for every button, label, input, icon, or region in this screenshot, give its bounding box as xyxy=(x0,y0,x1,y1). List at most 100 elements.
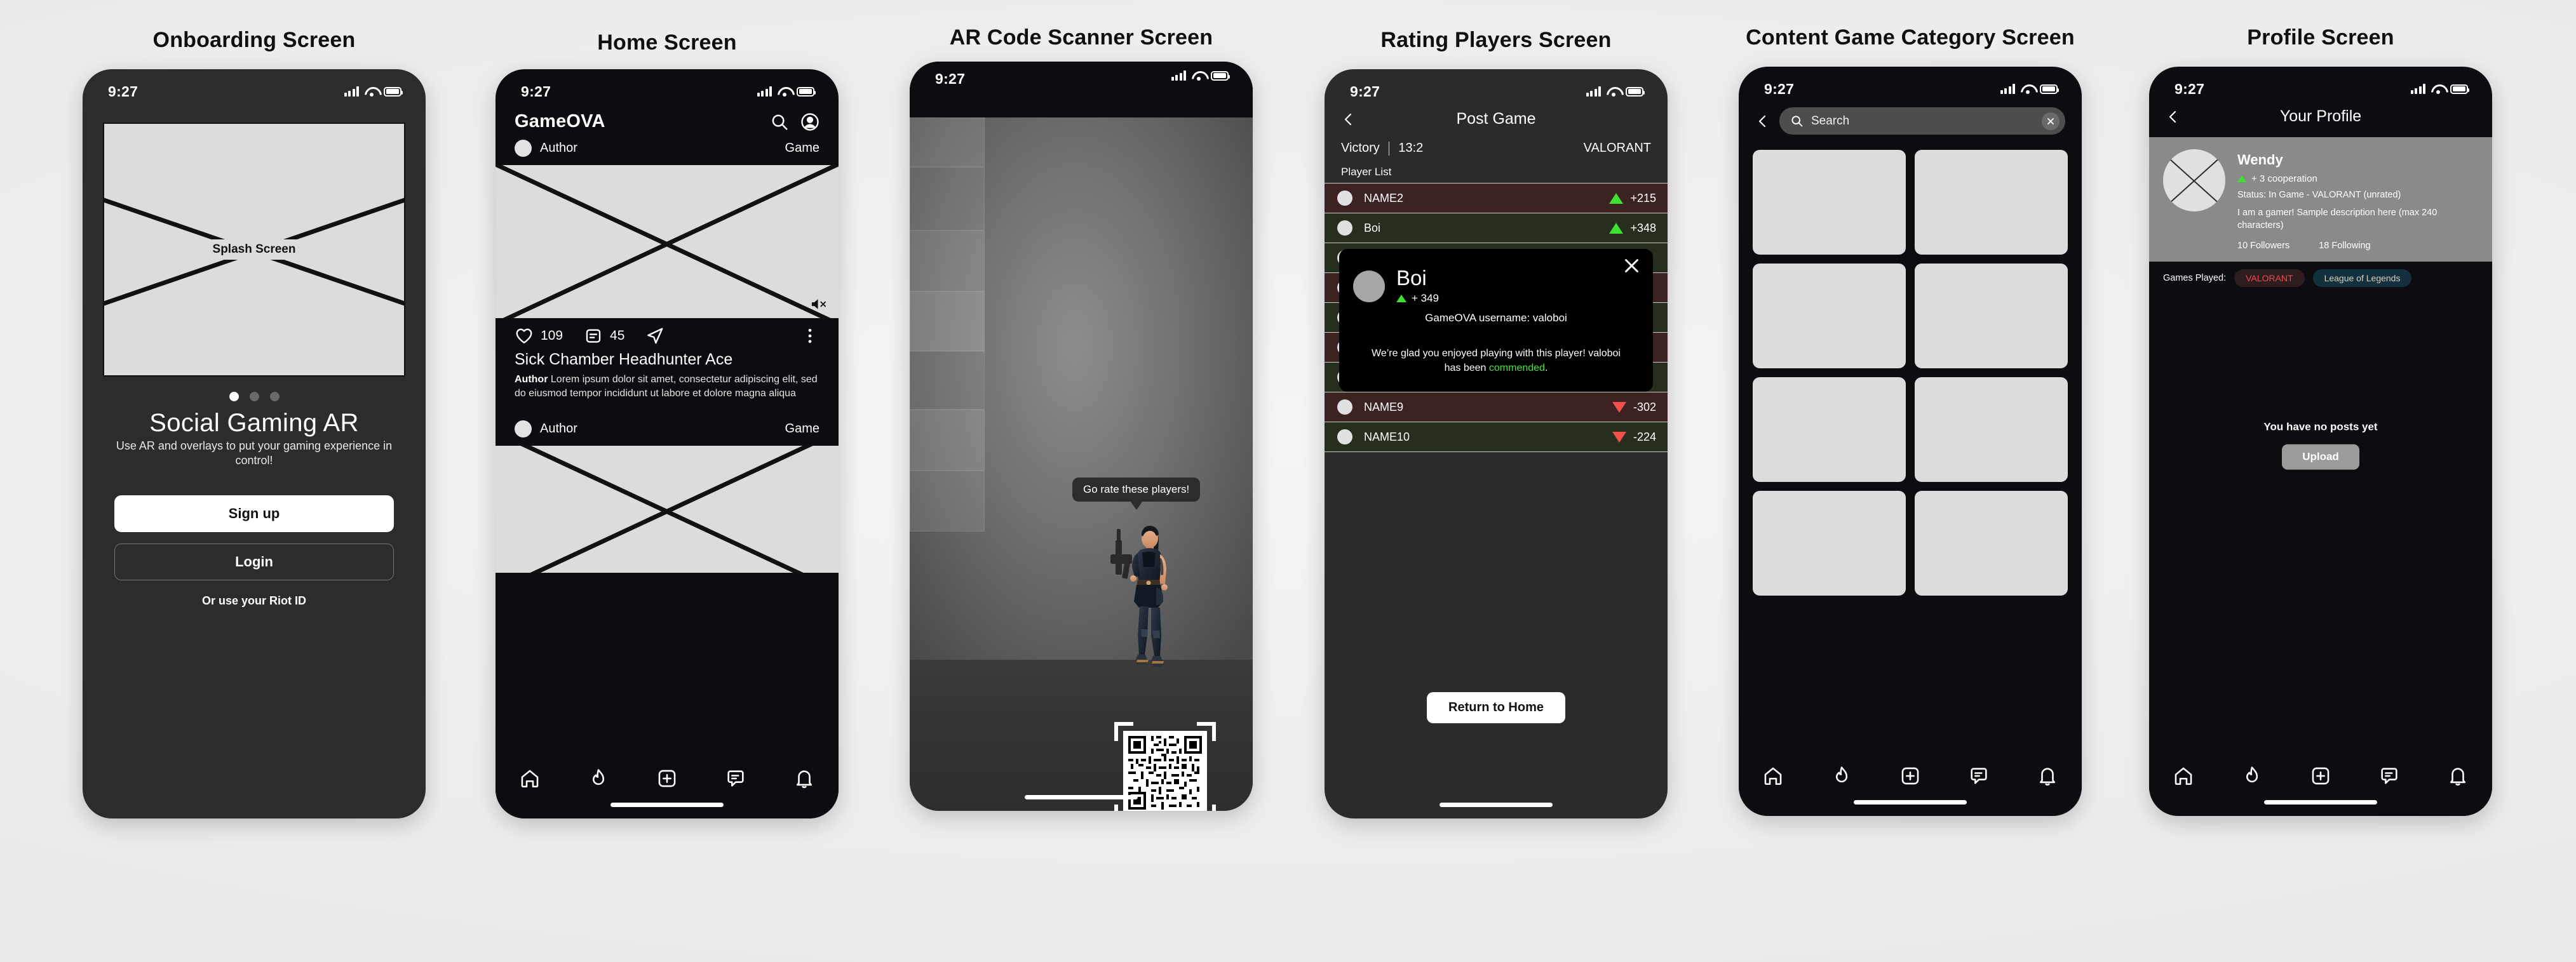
table-row[interactable]: NAME10 -224 xyxy=(1325,422,1668,452)
game-chip-valorant[interactable]: VALORANT xyxy=(2234,269,2305,288)
empty-state: You have no posts yet Upload xyxy=(2149,421,2492,470)
category-tile[interactable] xyxy=(1915,264,2068,368)
category-tile[interactable] xyxy=(1915,150,2068,255)
post-game-tag-2[interactable]: Game xyxy=(785,422,819,436)
avatar xyxy=(515,420,532,438)
category-tile[interactable] xyxy=(1753,264,1906,368)
avatar xyxy=(1337,190,1352,206)
flame-icon[interactable] xyxy=(588,768,609,789)
dot-3[interactable] xyxy=(269,392,280,401)
ar-speech-bubble: Go rate these players! xyxy=(1072,478,1201,502)
status-time: 9:27 xyxy=(1764,80,1795,97)
category-tile[interactable] xyxy=(1915,491,2068,596)
onboarding-subheading: Use AR and overlays to put your gaming e… xyxy=(116,439,393,467)
table-row[interactable]: NAME2 +215 xyxy=(1325,184,1668,213)
share-icon[interactable] xyxy=(645,326,664,345)
upload-button[interactable]: Upload xyxy=(2282,444,2359,470)
search-input[interactable]: Search xyxy=(1779,107,2065,135)
screen-home: Home Screen 9:27 GameOVA Author Game 109… xyxy=(496,0,839,818)
battery-icon xyxy=(2450,84,2470,94)
like-count: 109 xyxy=(541,328,563,343)
home-icon[interactable] xyxy=(2173,765,2194,787)
post-author-row[interactable]: Author Game xyxy=(496,135,839,165)
search-icon[interactable] xyxy=(770,112,789,131)
plus-square-icon[interactable] xyxy=(2310,765,2331,787)
dot-1[interactable] xyxy=(229,392,239,401)
table-row[interactable]: Boi +348 xyxy=(1325,213,1668,243)
bell-icon[interactable] xyxy=(2447,765,2469,787)
back-chevron-icon[interactable] xyxy=(1755,114,1770,129)
search-header: Search xyxy=(1739,105,2082,135)
status-bar: 9:27 xyxy=(1739,67,2082,105)
post-media-placeholder-2[interactable] xyxy=(496,446,839,573)
chat-icon[interactable] xyxy=(1968,765,1990,787)
account-circle-icon[interactable] xyxy=(800,112,819,131)
home-icon[interactable] xyxy=(1762,765,1784,787)
avatar[interactable] xyxy=(2163,149,2225,211)
following-count[interactable]: 18 Following xyxy=(2319,241,2370,251)
category-tile[interactable] xyxy=(1915,377,2068,482)
wifi-icon xyxy=(2021,84,2034,94)
close-icon[interactable] xyxy=(1623,257,1640,274)
close-icon xyxy=(2047,117,2054,124)
post-author-row-2[interactable]: Author Game xyxy=(496,415,839,446)
bottom-navigation xyxy=(2149,755,2492,816)
trend-down-icon xyxy=(1612,431,1626,443)
game-chip-lol[interactable]: League of Legends xyxy=(2312,269,2412,288)
clear-search-button[interactable] xyxy=(2042,112,2060,130)
more-options-icon[interactable] xyxy=(800,326,819,345)
followers-count[interactable]: 10 Followers xyxy=(2237,241,2289,251)
back-chevron-icon[interactable] xyxy=(2166,109,2181,124)
plus-square-icon[interactable] xyxy=(1899,765,1921,787)
home-indicator xyxy=(1854,800,1967,805)
player-delta: -302 xyxy=(1633,400,1656,413)
modal-player-score: + 349 xyxy=(1412,292,1440,304)
login-button[interactable]: Login xyxy=(114,543,394,580)
screen-profile: Profile Screen 9:27 Your Profile Wendy +… xyxy=(2149,0,2492,816)
category-tile[interactable] xyxy=(1753,377,1906,482)
profile-hero: Wendy + 3 cooperation Status: In Game - … xyxy=(2149,137,2492,262)
plus-square-icon[interactable] xyxy=(656,768,678,789)
status-bar: 9:27 xyxy=(1325,69,1668,107)
post-media-placeholder[interactable] xyxy=(496,165,839,318)
trend-up-icon xyxy=(1609,192,1624,204)
status-time: 9:27 xyxy=(1350,83,1380,100)
cellular-signal-icon xyxy=(344,86,359,97)
post-caption: Author Lorem ipsum dolor sit amet, conse… xyxy=(496,369,839,400)
chat-icon[interactable] xyxy=(725,768,746,789)
category-tile[interactable] xyxy=(1753,150,1906,255)
comment-icon[interactable] xyxy=(584,326,603,345)
wifi-icon xyxy=(2431,84,2445,94)
chat-icon[interactable] xyxy=(2378,765,2400,787)
back-chevron-icon[interactable] xyxy=(1341,112,1356,127)
flame-icon[interactable] xyxy=(1831,765,1852,787)
onboarding-heading: Social Gaming AR xyxy=(149,409,359,437)
bell-icon[interactable] xyxy=(793,768,815,789)
battery-icon xyxy=(2040,84,2060,94)
riot-id-link[interactable]: Or use your Riot ID xyxy=(103,594,405,608)
signup-button[interactable]: Sign up xyxy=(114,495,394,532)
match-game: VALORANT xyxy=(1583,141,1651,155)
home-icon[interactable] xyxy=(519,768,541,789)
mute-icon[interactable] xyxy=(810,297,827,311)
games-played-row: Games Played: VALORANT League of Legends xyxy=(2149,262,2492,288)
player-delta: -224 xyxy=(1633,430,1656,443)
return-to-home-button[interactable]: Return to Home xyxy=(1427,692,1565,723)
screen-onboarding: Onboarding Screen 9:27 Splash Screen Soc… xyxy=(83,0,426,818)
post-caption-author: Author xyxy=(515,374,548,385)
splash-label: Splash Screen xyxy=(104,239,404,260)
post-game-tag[interactable]: Game xyxy=(785,141,819,156)
nav-title: Post Game xyxy=(1456,110,1536,128)
pagination-dots[interactable] xyxy=(103,392,405,401)
status-time: 9:27 xyxy=(2175,80,2205,97)
wifi-icon xyxy=(778,86,791,97)
bell-icon[interactable] xyxy=(2037,765,2058,787)
flame-icon[interactable] xyxy=(2241,765,2263,787)
search-icon xyxy=(1791,116,1803,127)
ar-character xyxy=(1110,526,1168,667)
heart-icon[interactable] xyxy=(515,326,534,345)
post-caption-text: Lorem ipsum dolor sit amet, consectetur … xyxy=(515,374,818,399)
dot-2[interactable] xyxy=(249,392,259,401)
table-row[interactable]: NAME9 -302 xyxy=(1325,392,1668,422)
category-tile[interactable] xyxy=(1753,491,1906,596)
